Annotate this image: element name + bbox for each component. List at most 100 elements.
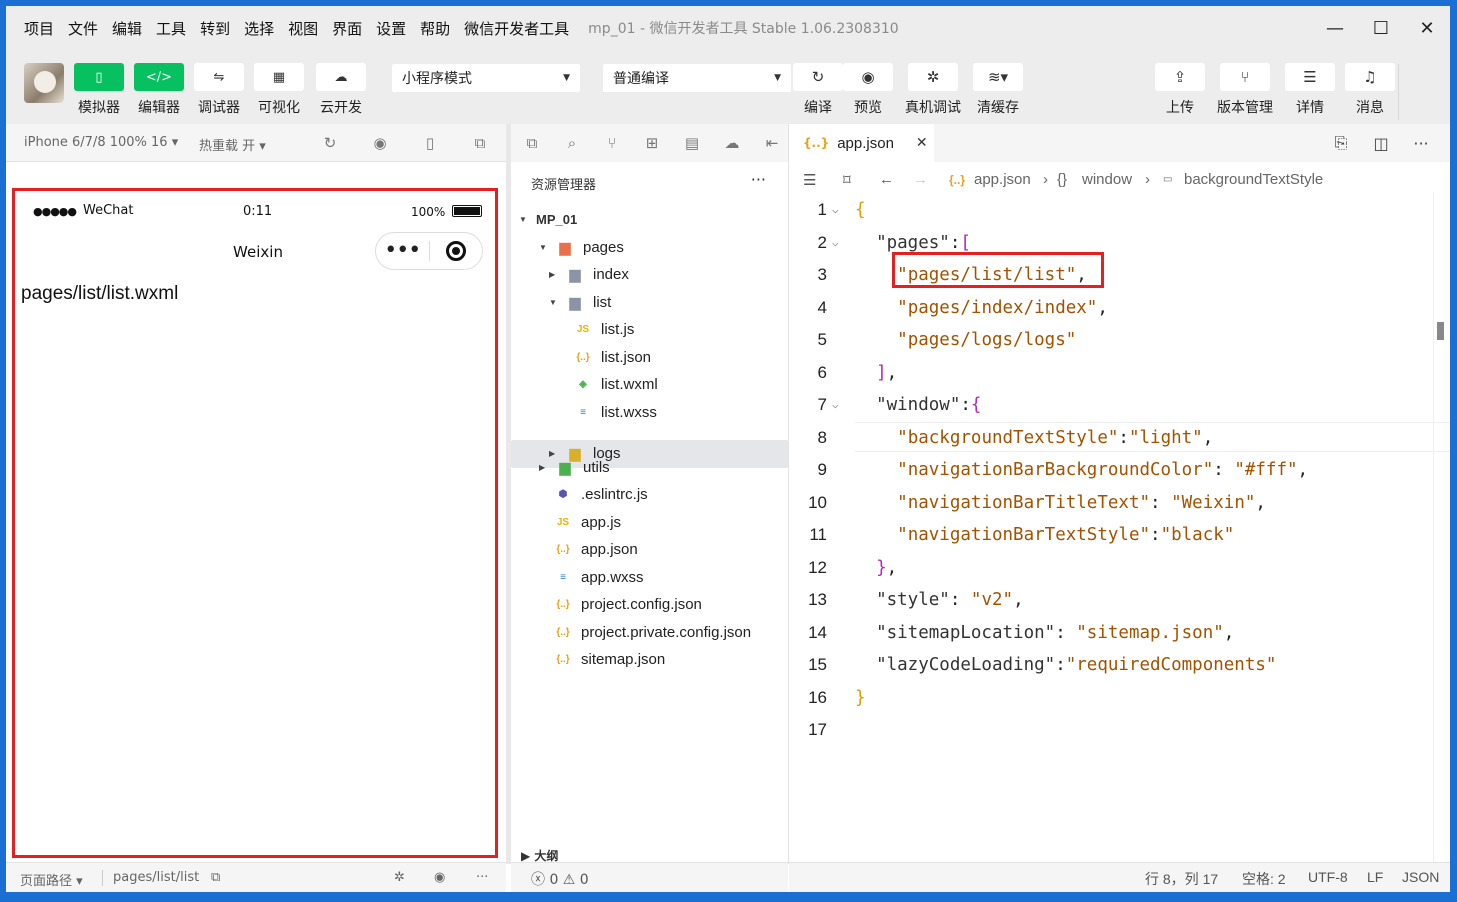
indentation[interactable]: 空格: 2 (1242, 869, 1286, 889)
tree-item-project-private-config-json[interactable]: {..} project.private.config.json (511, 619, 788, 647)
open-file-icon[interactable]: ⎘ (1329, 132, 1353, 154)
tree-item-list-wxss[interactable]: ≡ list.wxss (511, 399, 788, 427)
chevron-down-icon[interactable]: ▼ (519, 215, 527, 224)
tree-item-app-wxss[interactable]: ≡ app.wxss (511, 564, 788, 592)
tree-item-app-json[interactable]: {..} app.json (511, 536, 788, 564)
scrollbar-thumb[interactable] (1437, 322, 1444, 340)
collapse-panel-icon[interactable]: ⇤ (761, 132, 783, 154)
close-miniprogram-icon[interactable] (429, 241, 482, 261)
device-select[interactable]: iPhone 6/7/8 100% 16 ▾ (24, 135, 178, 150)
simulator-toggle[interactable]: ▯ 模拟器 (74, 63, 124, 117)
tree-item-label: sitemap.json (581, 651, 666, 669)
encoding[interactable]: UTF-8 (1308, 869, 1348, 885)
tree-item-list-js[interactable]: JS list.js (511, 316, 788, 344)
tree-item-utils[interactable]: ▶ ▆ utils (511, 454, 788, 482)
rotate-icon[interactable]: ↻ (319, 132, 341, 154)
fold-chevron-icon[interactable]: ⌵ (832, 203, 839, 216)
tree-item-list-wxml[interactable]: ◈ list.wxml (511, 371, 788, 399)
tree-item-index[interactable]: ▶ ▆ index (511, 261, 788, 289)
device-icon[interactable]: ▯ (419, 132, 441, 154)
language-mode[interactable]: JSON (1402, 869, 1439, 885)
outline-section[interactable]: ▶ 大纲 (511, 842, 788, 864)
tree-item-pages[interactable]: ▼ ▆ pages (511, 234, 788, 262)
search-icon[interactable]: ⌕ (561, 132, 583, 154)
chevron-down-icon[interactable]: ▼ (549, 298, 557, 307)
files-icon[interactable]: ⧉ (521, 132, 543, 154)
breadcrumb-key[interactable]: backgroundTextStyle (1184, 171, 1323, 188)
maximize-button[interactable]: ☐ (1358, 6, 1404, 50)
eye-icon[interactable]: ◉ (434, 870, 445, 885)
popout-icon[interactable]: ⧉ (469, 132, 491, 154)
chevron-down-icon[interactable]: ▼ (539, 243, 547, 252)
menu-item-9[interactable]: 帮助 (413, 18, 457, 39)
fold-chevron-icon[interactable]: ⌵ (832, 236, 839, 249)
tree-item-app-js[interactable]: JS app.js (511, 509, 788, 537)
menu-item-3[interactable]: 工具 (149, 18, 193, 39)
clear-cache-button[interactable]: ≋▾ 清缓存 (973, 63, 1023, 117)
bookmark-icon[interactable]: ⌑ (843, 171, 851, 189)
menu-item-1[interactable]: 文件 (61, 18, 105, 39)
cursor-position[interactable]: 行 8，列 17 (1145, 869, 1218, 889)
tree-item-list[interactable]: ▼ ▆ list (511, 289, 788, 317)
fold-chevron-icon[interactable]: ⌵ (832, 398, 839, 411)
docker-icon[interactable]: ☁ (721, 132, 743, 154)
problems-status[interactable]: ⓧ 0 ⚠ 0 (511, 862, 788, 892)
capsule-menu[interactable]: ••• (375, 232, 483, 270)
extensions-icon[interactable]: ⊞ (641, 132, 663, 154)
messages-button[interactable]: ♫ 消息 (1345, 63, 1395, 117)
visual-toggle[interactable]: ▦ 可视化 (254, 63, 304, 117)
minimize-button[interactable]: — (1312, 6, 1358, 50)
tab-close-icon[interactable]: ✕ (916, 135, 928, 151)
back-arrow-icon[interactable]: ← (879, 171, 894, 188)
menu-item-0[interactable]: 项目 (6, 18, 61, 39)
bug-icon[interactable]: ✲ (394, 870, 405, 885)
breadcrumb-window[interactable]: window (1082, 171, 1132, 188)
tree-item-list-json[interactable]: {..} list.json (511, 344, 788, 372)
chevron-right-icon[interactable]: ▶ (549, 270, 555, 279)
remote-debug-button[interactable]: ✲ 真机调试 (905, 63, 961, 117)
tree-item-sitemap-json[interactable]: {..} sitemap.json (511, 646, 788, 674)
more-icon[interactable]: ··· (476, 870, 488, 885)
mode-select[interactable]: 小程序模式 ▼ (392, 64, 580, 92)
version-button[interactable]: ⑂ 版本管理 (1217, 63, 1273, 117)
more-actions-icon[interactable]: ··· (1409, 132, 1433, 154)
chevron-right-icon[interactable]: ▶ (539, 463, 545, 472)
storage-icon[interactable]: ▤ (681, 132, 703, 154)
menu-item-6[interactable]: 视图 (281, 18, 325, 39)
editor-scrollbar[interactable] (1433, 192, 1445, 862)
menu-item-4[interactable]: 转到 (193, 18, 237, 39)
end-of-line[interactable]: LF (1367, 869, 1383, 885)
source-control-icon[interactable]: ⑂ (601, 132, 623, 154)
more-dots-icon[interactable]: ••• (376, 240, 429, 262)
preview-button[interactable]: ◉ 预览 (843, 63, 893, 117)
compile-select[interactable]: 普通编译 ▼ (603, 64, 791, 92)
user-avatar[interactable] (24, 63, 64, 103)
debugger-toggle[interactable]: ⇋ 调试器 (194, 63, 244, 117)
breadcrumb-file[interactable]: app.json (974, 171, 1031, 188)
split-editor-icon[interactable]: ◫ (1369, 132, 1393, 154)
explorer-more-icon[interactable]: ··· (751, 170, 766, 189)
details-button[interactable]: ☰ 详情 (1285, 63, 1335, 117)
menu-item-5[interactable]: 选择 (237, 18, 281, 39)
menu-item-10[interactable]: 微信开发者工具 (457, 18, 576, 39)
page-path-select[interactable]: 页面路径 ▾ (20, 870, 83, 889)
close-window-button[interactable]: ✕ (1404, 6, 1450, 50)
tab-app-json[interactable]: {..} app.json ✕ (789, 124, 934, 162)
copy-icon[interactable]: ⧉ (211, 870, 220, 885)
tree-item-mp-01[interactable]: ▼ MP_01 (511, 206, 788, 234)
menu-item-7[interactable]: 界面 (325, 18, 369, 39)
list-icon[interactable]: ☰ (803, 171, 816, 189)
menu-item-2[interactable]: 编辑 (105, 18, 149, 39)
forward-arrow-icon[interactable]: → (913, 171, 928, 188)
simulator-screen[interactable]: ●●●●● WeChat 0:11 100% Weixin ••• pages/… (12, 188, 498, 858)
editor-toggle[interactable]: </> 编辑器 (134, 63, 184, 117)
record-icon[interactable]: ◉ (369, 132, 391, 154)
cloud-dev-button[interactable]: ☁ 云开发 (316, 63, 366, 117)
menu-item-8[interactable]: 设置 (369, 18, 413, 39)
tree-item-project-config-json[interactable]: {..} project.config.json (511, 591, 788, 619)
code-editor[interactable]: 1 ⌵{2 ⌵ "pages":[3 "pages/list/list", 4 "pa… (789, 196, 1450, 862)
line-number: 13 (808, 590, 827, 609)
tree-item--eslintrc-js[interactable]: ⬢ .eslintrc.js (511, 481, 788, 509)
upload-button[interactable]: ⇪ 上传 (1155, 63, 1205, 117)
hot-reload-select[interactable]: 热重载 开 ▾ (199, 135, 266, 154)
